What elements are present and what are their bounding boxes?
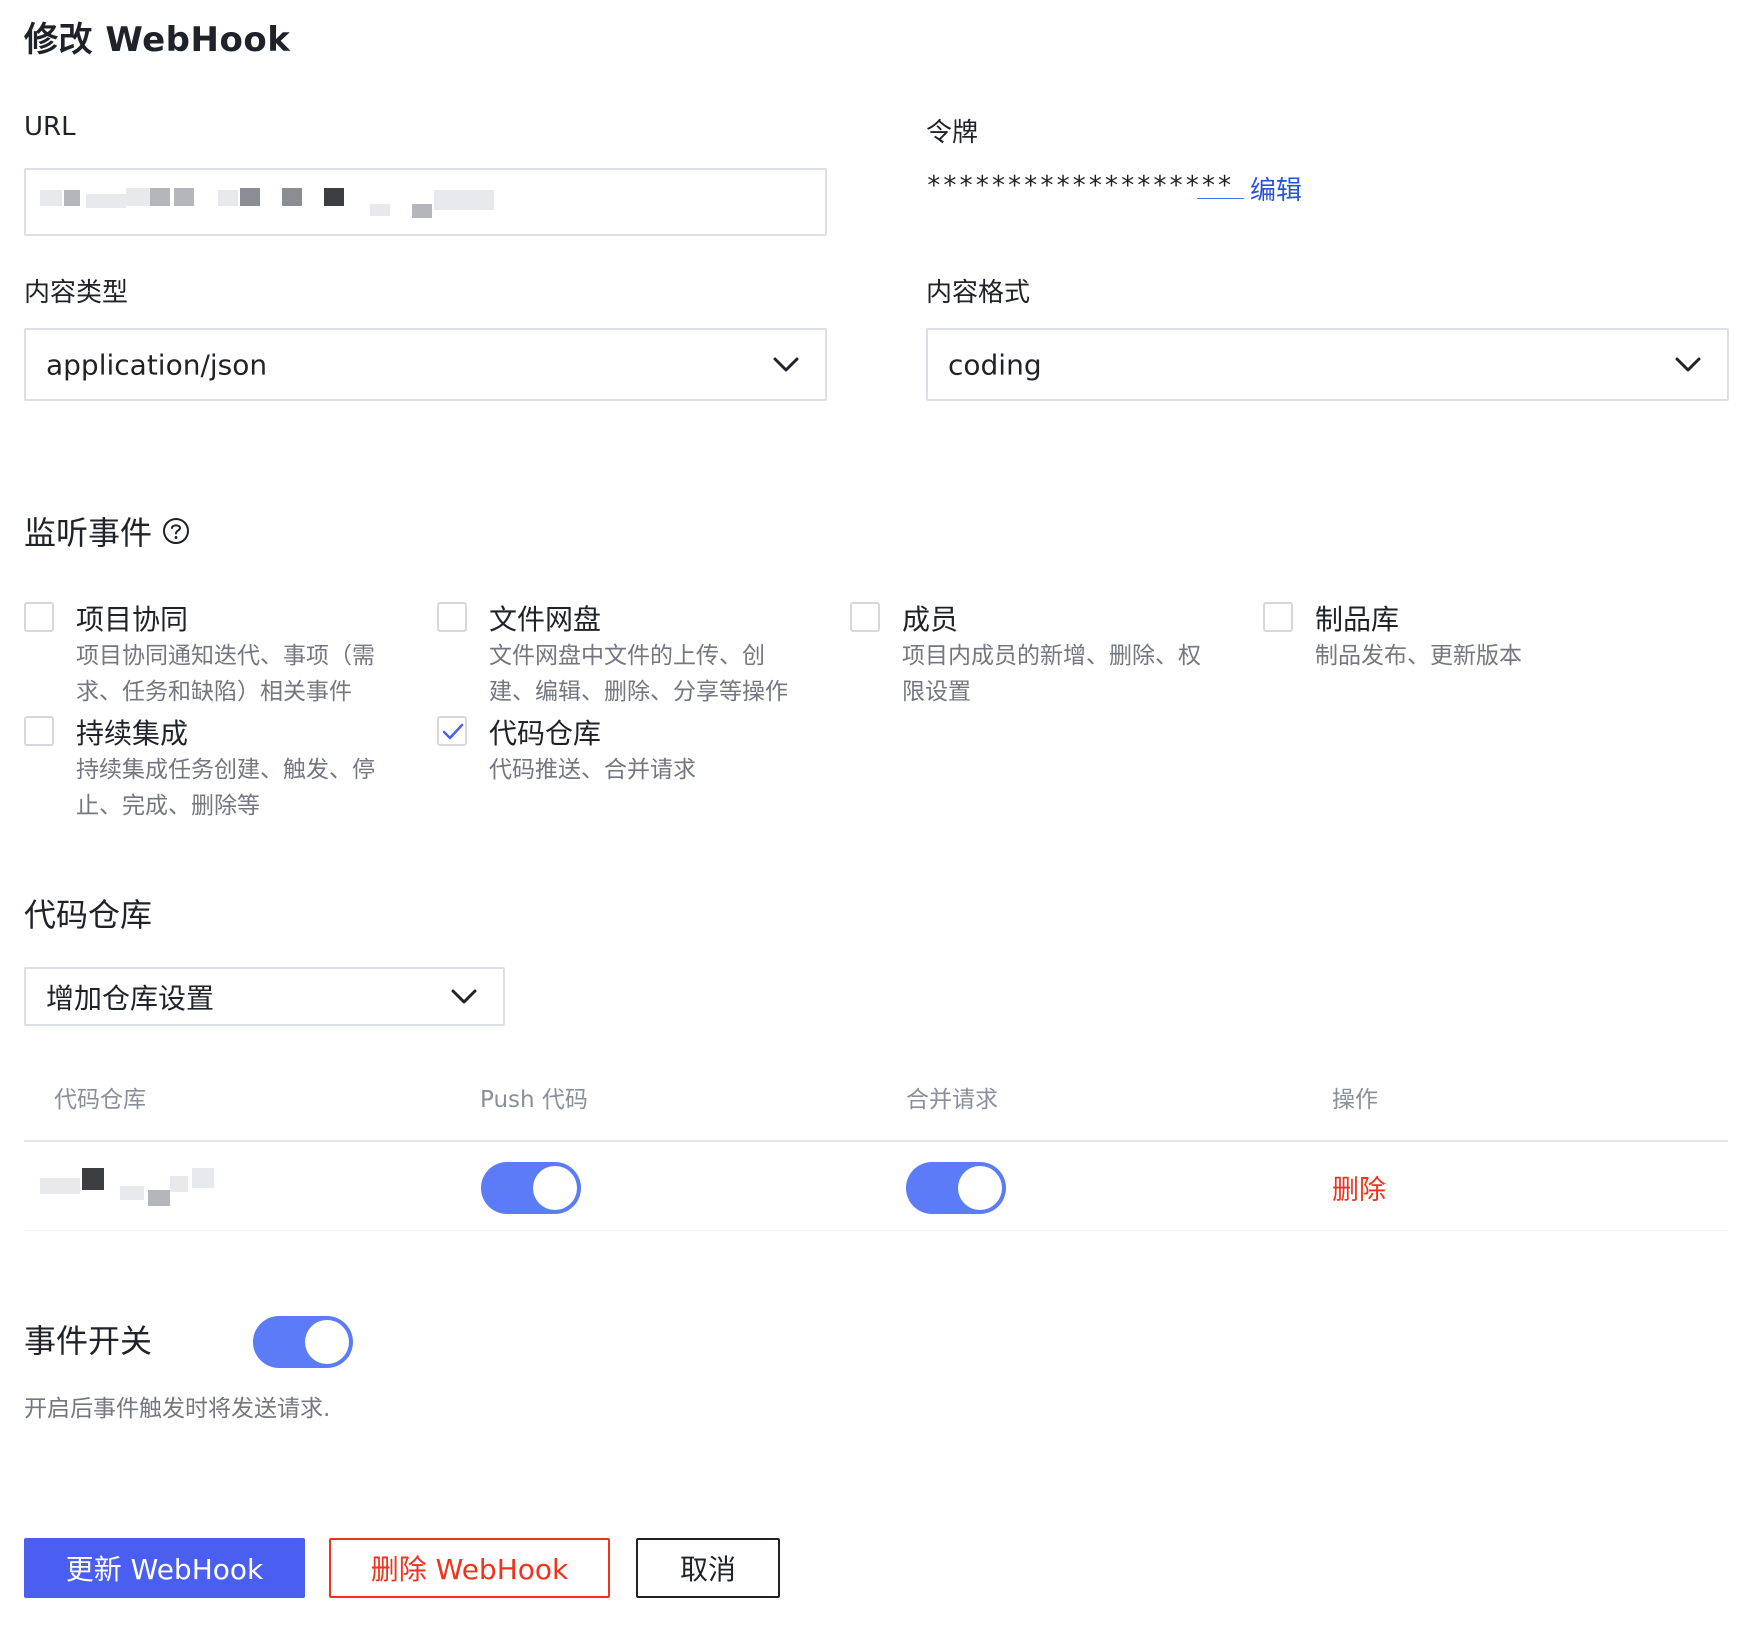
event-checkbox[interactable] [24, 716, 54, 746]
add-repo-select-label: 增加仓库设置 [46, 981, 215, 1015]
token-dashes: ___ [1197, 170, 1244, 200]
content-format-label: 内容格式 [926, 278, 1031, 308]
redacted-repo-name [40, 1178, 80, 1194]
url-input[interactable] [24, 168, 827, 236]
content-type-select[interactable]: application/json [24, 328, 827, 401]
redacted-repo-name [82, 1168, 104, 1190]
column-header-actions: 操作 [1332, 1087, 1378, 1113]
event-name: 代码仓库 [489, 717, 602, 750]
redacted-repo-name [192, 1168, 214, 1188]
token-masked-value: ******************* [926, 171, 1233, 201]
redacted-repo-name [170, 1176, 188, 1192]
event-name: 项目协同 [76, 603, 189, 636]
event-name: 制品库 [1315, 603, 1400, 636]
redacted-text [40, 190, 62, 206]
event-checkbox[interactable] [24, 602, 54, 632]
redacted-text [64, 190, 80, 206]
delete-repo-link[interactable]: 删除 [1332, 1168, 1386, 1207]
content-type-label: 内容类型 [24, 278, 129, 308]
redacted-repo-name [148, 1190, 170, 1206]
content-format-value: coding [948, 348, 1042, 381]
checkmark-icon [442, 723, 464, 740]
redacted-repo-name [120, 1186, 144, 1200]
table-row-divider [24, 1230, 1728, 1231]
redacted-text [434, 190, 494, 210]
toggle-knob [533, 1166, 577, 1210]
event-description: 制品发布、更新版本 [1315, 643, 1522, 669]
event-name: 持续集成 [76, 717, 189, 750]
content-format-select[interactable]: coding [926, 328, 1729, 401]
toggle-knob [958, 1166, 1002, 1210]
token-edit-link[interactable]: 编辑 [1250, 170, 1302, 207]
token-label: 令牌 [926, 118, 979, 148]
event-switch-hint: 开启后事件触发时将发送请求. [24, 1396, 331, 1422]
chevron-down-icon [451, 989, 477, 1003]
event-name: 成员 [902, 603, 959, 636]
table-header-divider [24, 1140, 1728, 1142]
event-description: 代码推送、合并请求 [489, 757, 696, 783]
redacted-text [240, 188, 260, 206]
event-name: 文件网盘 [489, 603, 602, 636]
redacted-text [86, 194, 126, 208]
chevron-down-icon [773, 357, 799, 371]
event-description: 文件网盘中文件的上传、创建、编辑、删除、分享等操作 [489, 643, 788, 705]
add-repo-select[interactable]: 增加仓库设置 [24, 967, 505, 1026]
toggle-knob [305, 1320, 349, 1364]
cancel-button[interactable]: 取消 [636, 1538, 780, 1598]
push-code-toggle[interactable] [481, 1162, 581, 1214]
redacted-text [218, 190, 238, 206]
event-switch-toggle[interactable] [253, 1316, 353, 1368]
page-title: 修改 WebHook [24, 20, 291, 60]
content-type-value: application/json [46, 348, 268, 381]
event-description: 项目协同通知迭代、事项（需求、任务和缺陷）相关事件 [76, 643, 375, 705]
url-label: URL [24, 112, 76, 142]
redacted-text [370, 204, 390, 216]
event-description: 项目内成员的新增、删除、权限设置 [902, 643, 1201, 705]
update-webhook-button[interactable]: 更新 WebHook [24, 1538, 305, 1598]
chevron-down-icon [1675, 357, 1701, 371]
event-checkbox[interactable] [437, 602, 467, 632]
delete-webhook-button[interactable]: 删除 WebHook [329, 1538, 610, 1598]
event-checkbox[interactable] [850, 602, 880, 632]
event-checkbox-checked[interactable] [437, 716, 467, 746]
event-description: 持续集成任务创建、触发、停止、完成、删除等 [76, 757, 375, 819]
redacted-text [282, 188, 302, 206]
event-checkbox[interactable] [1263, 602, 1293, 632]
events-section-title: 监听事件 [24, 514, 153, 552]
redacted-text [150, 188, 170, 206]
column-header-repo: 代码仓库 [54, 1087, 146, 1113]
merge-request-toggle[interactable] [906, 1162, 1006, 1214]
help-icon[interactable] [162, 517, 190, 545]
column-header-merge: 合并请求 [906, 1087, 998, 1113]
event-switch-label: 事件开关 [24, 1322, 153, 1360]
column-header-push: Push 代码 [480, 1087, 588, 1113]
redacted-text [174, 188, 194, 206]
redacted-text [324, 188, 344, 206]
repo-section-title: 代码仓库 [24, 896, 153, 934]
redacted-text [412, 204, 432, 218]
